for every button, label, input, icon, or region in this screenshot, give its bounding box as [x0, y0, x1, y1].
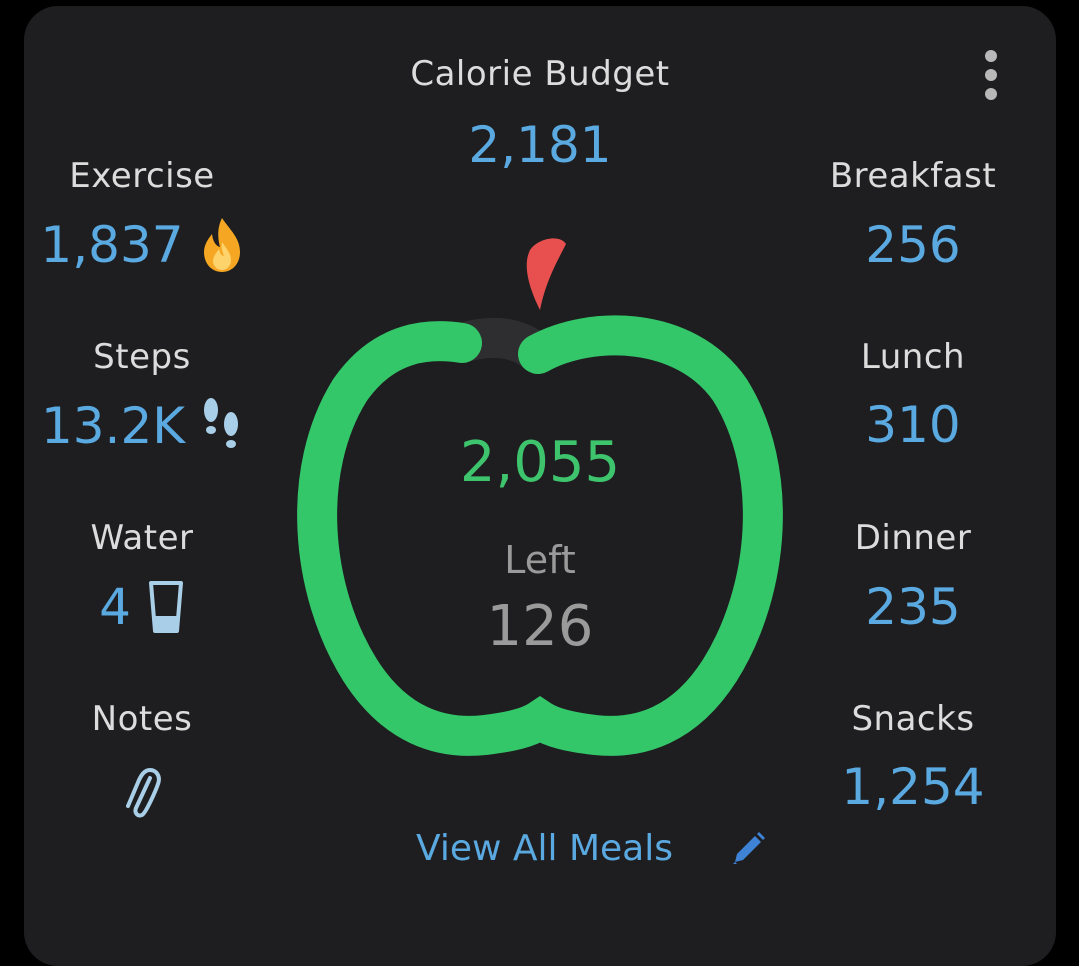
lunch-value[interactable]: 310	[783, 396, 1043, 454]
menu-dot	[985, 69, 997, 81]
budget-value[interactable]: 2,181	[390, 116, 690, 174]
notes-stat[interactable]	[12, 764, 272, 828]
menu-dot	[985, 50, 997, 62]
breakfast-label: Breakfast	[829, 156, 997, 196]
budget-title: Calorie Budget	[410, 54, 670, 94]
lunch-label: Lunch	[860, 337, 966, 377]
pencil-icon[interactable]	[729, 830, 767, 868]
apple-progress-ring[interactable]	[290, 230, 790, 790]
view-all-meals-link[interactable]: View All Meals	[416, 828, 767, 869]
notes-label: Notes	[91, 699, 193, 739]
left-value: 126	[486, 594, 594, 659]
steps-label: Steps	[93, 337, 191, 377]
consumed-value: 2,055	[459, 430, 621, 495]
snacks-label: Snacks	[851, 699, 975, 739]
snacks-value[interactable]: 1,254	[783, 758, 1043, 816]
more-vert-icon[interactable]	[976, 50, 1006, 100]
ring-progress	[297, 315, 783, 756]
apple-stem	[526, 238, 566, 310]
water-stat[interactable]: 4	[12, 578, 272, 636]
exercise-stat[interactable]: 1,837	[12, 216, 272, 274]
dinner-label: Dinner	[854, 518, 972, 558]
view-all-meals-label: View All Meals	[416, 828, 673, 869]
water-glass-icon	[148, 581, 183, 633]
footprints-icon	[204, 398, 239, 448]
water-value: 4	[99, 578, 131, 636]
steps-value: 13.2K	[40, 397, 186, 455]
menu-dot	[985, 88, 997, 100]
paperclip-icon	[126, 768, 161, 818]
breakfast-value[interactable]: 256	[783, 216, 1043, 274]
steps-stat[interactable]: 13.2K	[12, 396, 272, 456]
exercise-label: Exercise	[69, 156, 215, 196]
water-label: Water	[90, 518, 194, 558]
exercise-value: 1,837	[40, 216, 184, 274]
dinner-value[interactable]: 235	[783, 578, 1043, 636]
fire-icon	[203, 218, 240, 272]
left-label: Left	[504, 538, 576, 582]
